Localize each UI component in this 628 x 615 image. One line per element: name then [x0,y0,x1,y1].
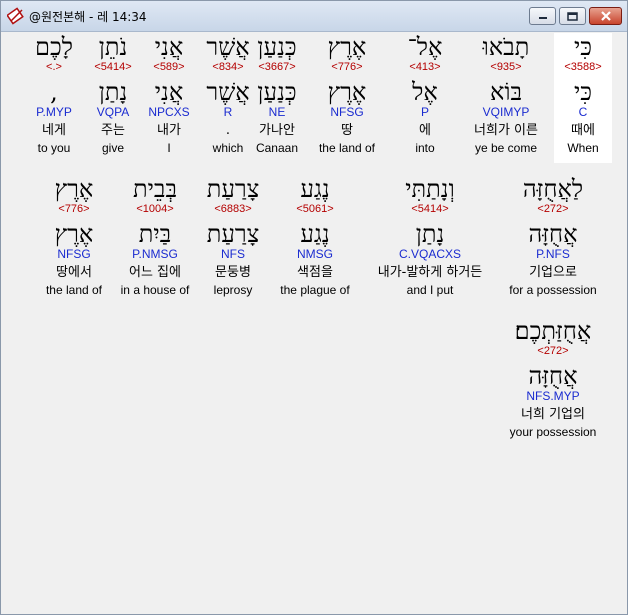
word-block[interactable]: לַאֲחֻזָּה <272> אֲחֻזָּה P.NFS 기업으로 for… [503,175,603,305]
close-icon [600,11,611,21]
word-block[interactable]: נֹתֵן <5414> נָתַן VQPA 주는 give [83,33,143,163]
parsing-code: NMSG [297,247,333,261]
parsing-code: NFS [221,247,245,261]
app-window: @원전본해 - 레 14:34 כִּי <3588> כִּי C 때에 Wh… [0,0,628,615]
hebrew-word: נֹתֵן [98,33,128,61]
hebrew-word: נֶגַע [300,175,330,203]
strong-number[interactable]: <.> [21,59,87,76]
lemma: נֶגַע [300,220,330,248]
word-block[interactable]: אֶרֶץ <776> אֶרֶץ NFSG 땅에서 the land of [35,175,113,305]
minimize-icon [538,17,547,19]
lemma: אֲחֻזָּה [528,220,578,248]
english-gloss: leprosy [213,283,253,297]
minimize-button[interactable] [529,7,556,25]
maximize-button[interactable] [559,7,586,25]
lemma: נָתַן [415,220,445,248]
korean-gloss: 땅에서 [56,265,92,280]
english-gloss: the plague of [280,283,350,297]
parsing-code: C [578,105,588,119]
english-gloss: which [212,141,244,155]
hebrew-word: לַאֲחֻזָּה [522,175,584,203]
english-gloss: to you [37,141,71,155]
korean-gloss: 네게 [42,123,66,138]
parsing-code: P.NFS [536,247,570,261]
strong-number[interactable]: <3588> [554,59,612,76]
lemma: אֲנִי [154,78,184,106]
korean-gloss: 문둥병 [215,265,251,280]
lemma: אֲחֻזָּה [528,362,578,390]
lemma: אֶרֶץ [54,220,94,248]
hebrew-word: כִּי [573,33,593,61]
lemma: בַּיִת [138,220,172,248]
english-gloss: the land of [45,283,103,297]
close-button[interactable] [589,7,622,25]
window-title: @원전본해 - 레 14:34 [29,10,147,24]
strong-number[interactable]: <589> [141,59,197,76]
hebrew-word: בְּבֵית [132,175,178,203]
korean-gloss: . [225,123,231,138]
strong-number[interactable]: <5414> [363,201,497,218]
english-gloss: and I put [406,283,454,297]
lemma: אֲשֶׁר [206,78,250,106]
hebrew-word: צָרַעַת [206,175,260,203]
korean-gloss: 기업으로 [529,265,577,280]
parsing-code: P.MYP [36,105,72,119]
strong-number[interactable]: <6883> [191,201,275,218]
english-gloss: When [567,141,599,155]
english-gloss: give [101,141,124,155]
word-block[interactable]: כִּי <3588> כִּי C 때에 When [554,33,612,163]
korean-gloss: 내가 [157,123,181,138]
word-block[interactable]: צָרַעַת <6883> צָרַעַת NFS 문둥병 leprosy [191,175,275,305]
word-block[interactable]: נֶגַע <5061> נֶגַע NMSG 색점을 the plague o… [265,175,365,305]
strong-number[interactable]: <1004> [111,201,199,218]
parsing-code: P.NMSG [132,247,178,261]
maximize-icon [567,11,578,21]
korean-gloss: 너희 기업의 [521,407,585,422]
parsing-code: C.VQACXS [398,247,461,261]
english-gloss: your possession [509,425,597,439]
korean-gloss: 어느 집에 [129,265,181,280]
strong-number[interactable]: <272> [503,343,603,360]
strong-number[interactable]: <776> [35,201,113,218]
parsing-code: VQPA [96,105,130,119]
hebrew-word: אֲשֶׁר [206,33,250,61]
interlinear-area: כִּי <3588> כִּי C 때에 When תָבֹאוּ <935>… [7,33,621,608]
app-icon [7,7,24,25]
word-block[interactable]: לָכֶם <.> , P.MYP 네게 to you [21,33,87,163]
strong-number[interactable]: <834> [195,59,261,76]
lemma: כִּי [573,78,593,106]
word-block[interactable]: בְּבֵית <1004> בַּיִת P.NMSG 어느 집에 in a … [111,175,199,305]
hebrew-word: לָכֶם [35,33,73,61]
korean-gloss: 주는 [101,123,125,138]
word-block[interactable]: אֲשֶׁר <834> אֲשֶׁר R . which [195,33,261,163]
english-gloss: in a house of [120,283,190,297]
parsing-code: NFSG [57,247,91,261]
word-block[interactable]: אֲנִי <589> אֲנִי NPCXS 내가 I [141,33,197,163]
word-block[interactable]: וְנָתַתִּי <5414> נָתַן C.VQACXS 내가-발하게 … [363,175,497,305]
english-gloss: for a possession [509,283,597,297]
hebrew-word: אֶרֶץ [54,175,94,203]
korean-gloss: 색점을 [297,265,333,280]
lemma: צָרַעַת [206,220,260,248]
english-gloss: I [167,141,171,155]
lemma: , [50,78,58,106]
korean-gloss: 때에 [571,123,595,138]
parsing-code: NFS.MYP [526,389,580,403]
strong-number[interactable]: <5061> [265,201,365,218]
korean-gloss: 내가-발하게 하거든 [377,265,483,280]
lemma: נָתַן [98,78,128,106]
title-bar[interactable]: @원전본해 - 레 14:34 [1,1,627,32]
word-block[interactable]: אֲחֻזַּתְכֶם׃ <272> אֲחֻזָּה NFS.MYP 너희 … [503,317,603,447]
strong-number[interactable]: <272> [503,201,603,218]
strong-number[interactable]: <5414> [83,59,143,76]
parsing-code: NPCXS [148,105,190,119]
parsing-code: R [223,105,233,119]
hebrew-word: וְנָתַתִּי [405,175,455,203]
hebrew-word: אֲנִי [154,33,184,61]
hebrew-word: אֲחֻזַּתְכֶם׃ [514,317,592,345]
